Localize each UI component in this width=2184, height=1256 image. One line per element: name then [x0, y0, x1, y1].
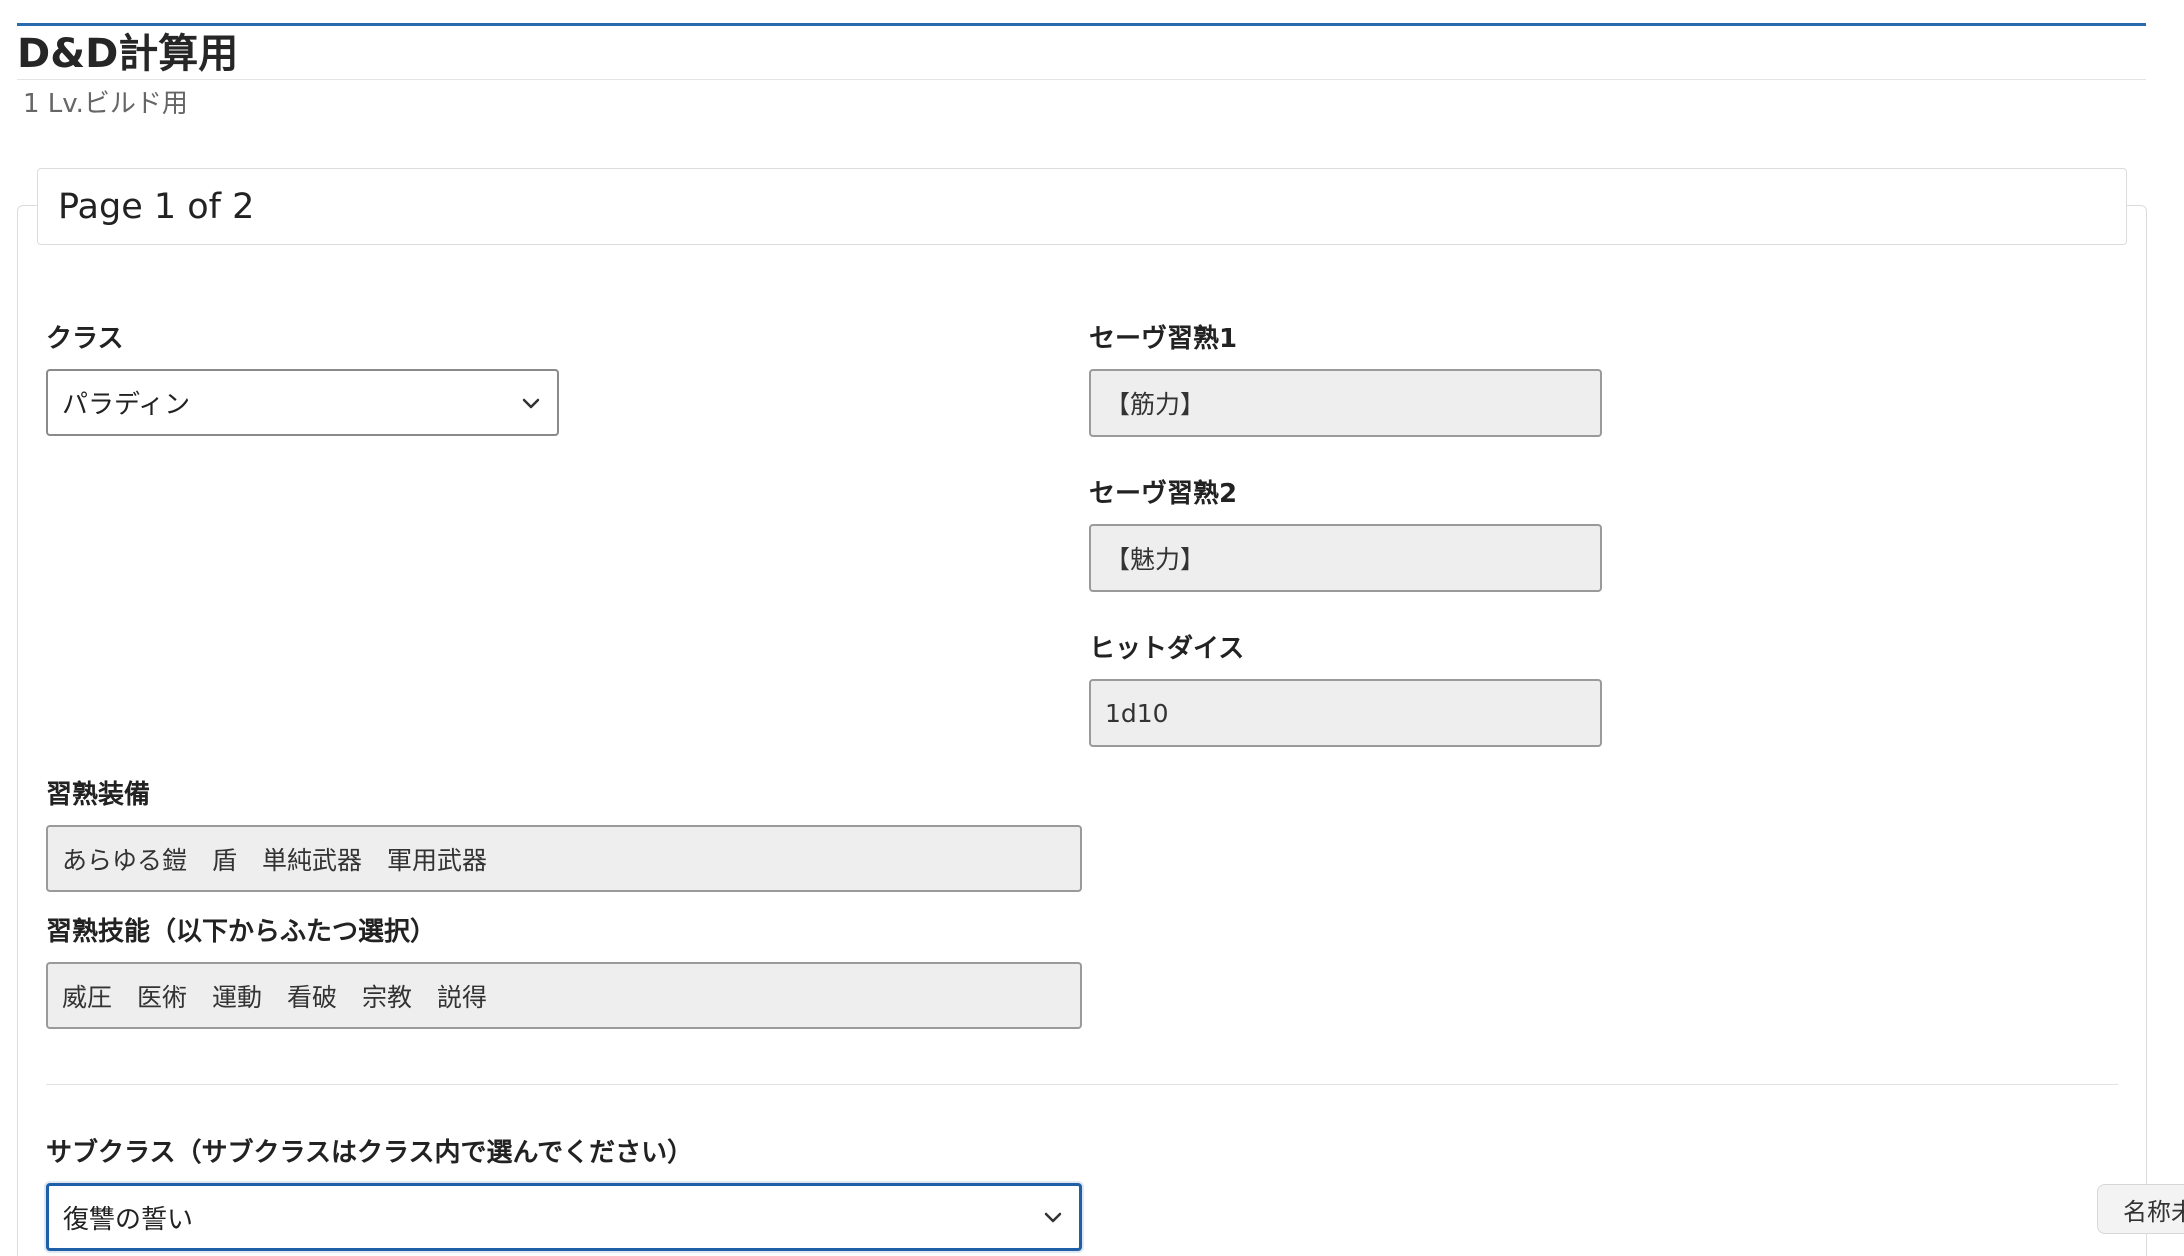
form-card	[17, 205, 2147, 1256]
page-title: D&D計算用	[17, 31, 239, 77]
page: D&D計算用 1 Lv.ビルド用 Page 1 of 2 クラス パラディン セ…	[0, 0, 2184, 1256]
equipment-label: 習熟装備	[46, 780, 151, 810]
page-indicator: Page 1 of 2	[58, 187, 255, 227]
hit-dice-field: 1d10	[1089, 679, 1602, 747]
title-divider	[17, 79, 2146, 80]
hit-dice-value: 1d10	[1105, 698, 1169, 728]
skills-value: 威圧 医術 運動 看破 宗教 説得	[62, 982, 488, 1012]
save2-field: 【魅力】	[1089, 524, 1602, 592]
save1-label: セーヴ習熟1	[1089, 324, 1238, 354]
untitled-tab-label: 名称未	[2123, 1197, 2184, 1226]
class-select-value: パラディン	[62, 390, 191, 420]
save2-value: 【魅力】	[1105, 545, 1206, 574]
section-divider	[46, 1084, 2118, 1085]
equipment-value: あらゆる鎧 盾 単純武器 軍用武器	[62, 845, 488, 875]
hit-dice-label: ヒットダイス	[1089, 634, 1245, 664]
class-select[interactable]: パラディン	[46, 369, 559, 436]
subclass-select-value: 復讐の誓い	[63, 1204, 194, 1235]
equipment-field: あらゆる鎧 盾 単純武器 軍用武器	[46, 825, 1082, 892]
page-subtitle: 1 Lv.ビルド用	[23, 89, 188, 119]
skills-label: 習熟技能（以下からふたつ選択）	[46, 917, 437, 947]
save1-field: 【筋力】	[1089, 369, 1602, 437]
chevron-down-icon	[1044, 1212, 1062, 1223]
chevron-down-icon	[522, 398, 540, 408]
card-header: Page 1 of 2	[37, 168, 2127, 245]
skills-field: 威圧 医術 運動 看破 宗教 説得	[46, 962, 1082, 1029]
subclass-label: サブクラス（サブクラスはクラス内で選んでください）	[46, 1138, 694, 1168]
subclass-select[interactable]: 復讐の誓い	[46, 1183, 1082, 1251]
save1-value: 【筋力】	[1105, 390, 1206, 419]
class-label: クラス	[46, 324, 124, 354]
top-accent-rule	[17, 23, 2146, 26]
untitled-tab-button[interactable]: 名称未	[2097, 1184, 2184, 1234]
save2-label: セーヴ習熟2	[1089, 479, 1238, 509]
